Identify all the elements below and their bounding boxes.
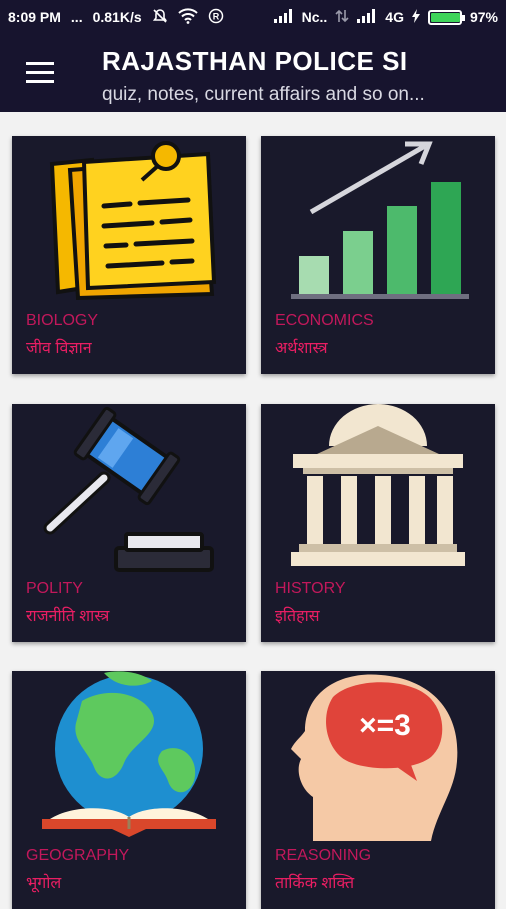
card-label-hi: भूगोल (26, 875, 62, 892)
head-math-icon: ×=3 (291, 674, 458, 841)
registered-icon: R (208, 8, 224, 27)
card-label-hi: तार्किक शक्ति (275, 875, 355, 892)
card-history[interactable]: HISTORY इतिहास (261, 404, 495, 642)
status-battery: 97% (469, 9, 498, 25)
card-geography[interactable]: GEOGRAPHY भूगोल (12, 671, 246, 909)
card-economics[interactable]: ECONOMICS अर्थशास्त्र (261, 136, 495, 374)
card-label-en: ECONOMICS (275, 312, 374, 329)
globe-book-icon (42, 671, 216, 837)
growth-chart-icon (291, 141, 469, 299)
card-label-en: REASONING (275, 847, 372, 864)
brain-equation-text: ×=3 (359, 709, 411, 742)
museum-icon (291, 404, 465, 566)
charging-icon (411, 8, 420, 26)
app-title: RAJASTHAN POLICE SI (102, 46, 408, 76)
alarm-off-icon (152, 8, 168, 27)
battery-level (430, 12, 461, 22)
app-bar: RAJASTHAN POLICE SI quiz, notes, current… (0, 34, 506, 112)
card-label-en: GEOGRAPHY (26, 847, 130, 864)
signal-icon (273, 8, 294, 26)
status-bar: 8:09 PM ... 0.81K/s R Nc.. 4G 97% (0, 0, 506, 34)
gavel-icon (43, 406, 214, 572)
card-label-en: BIOLOGY (26, 312, 99, 329)
card-label-hi: जीव विज्ञान (26, 340, 92, 357)
card-label-hi: इतिहास (275, 608, 320, 625)
svg-text:R: R (212, 11, 219, 21)
signal-icon-2 (357, 8, 377, 26)
card-label-en: HISTORY (275, 580, 346, 597)
battery-icon (427, 9, 465, 25)
card-label-hi: अर्थशास्त्र (275, 340, 328, 357)
card-label-hi: राजनीति शास्त्र (26, 608, 110, 625)
wifi-icon (177, 7, 198, 27)
hamburger-menu-icon[interactable] (26, 62, 54, 84)
app-subtitle: quiz, notes, current affairs and so on..… (102, 84, 425, 105)
status-dots: ... (70, 9, 83, 25)
card-reasoning[interactable]: ×=3 REASONING तार्किक शक्ति (261, 671, 495, 909)
sticky-notes-icon (49, 141, 217, 301)
status-speed: 0.81K/s (92, 9, 142, 25)
status-time: 8:09 PM (8, 9, 61, 25)
data-transfer-icon (335, 8, 349, 27)
status-network: 4G (385, 9, 404, 25)
card-polity[interactable]: POLITY राजनीति शास्त्र (12, 404, 246, 642)
card-biology[interactable]: BIOLOGY जीव विज्ञान (12, 136, 246, 374)
card-label-en: POLITY (26, 580, 83, 597)
status-carrier: Nc.. (301, 9, 328, 25)
